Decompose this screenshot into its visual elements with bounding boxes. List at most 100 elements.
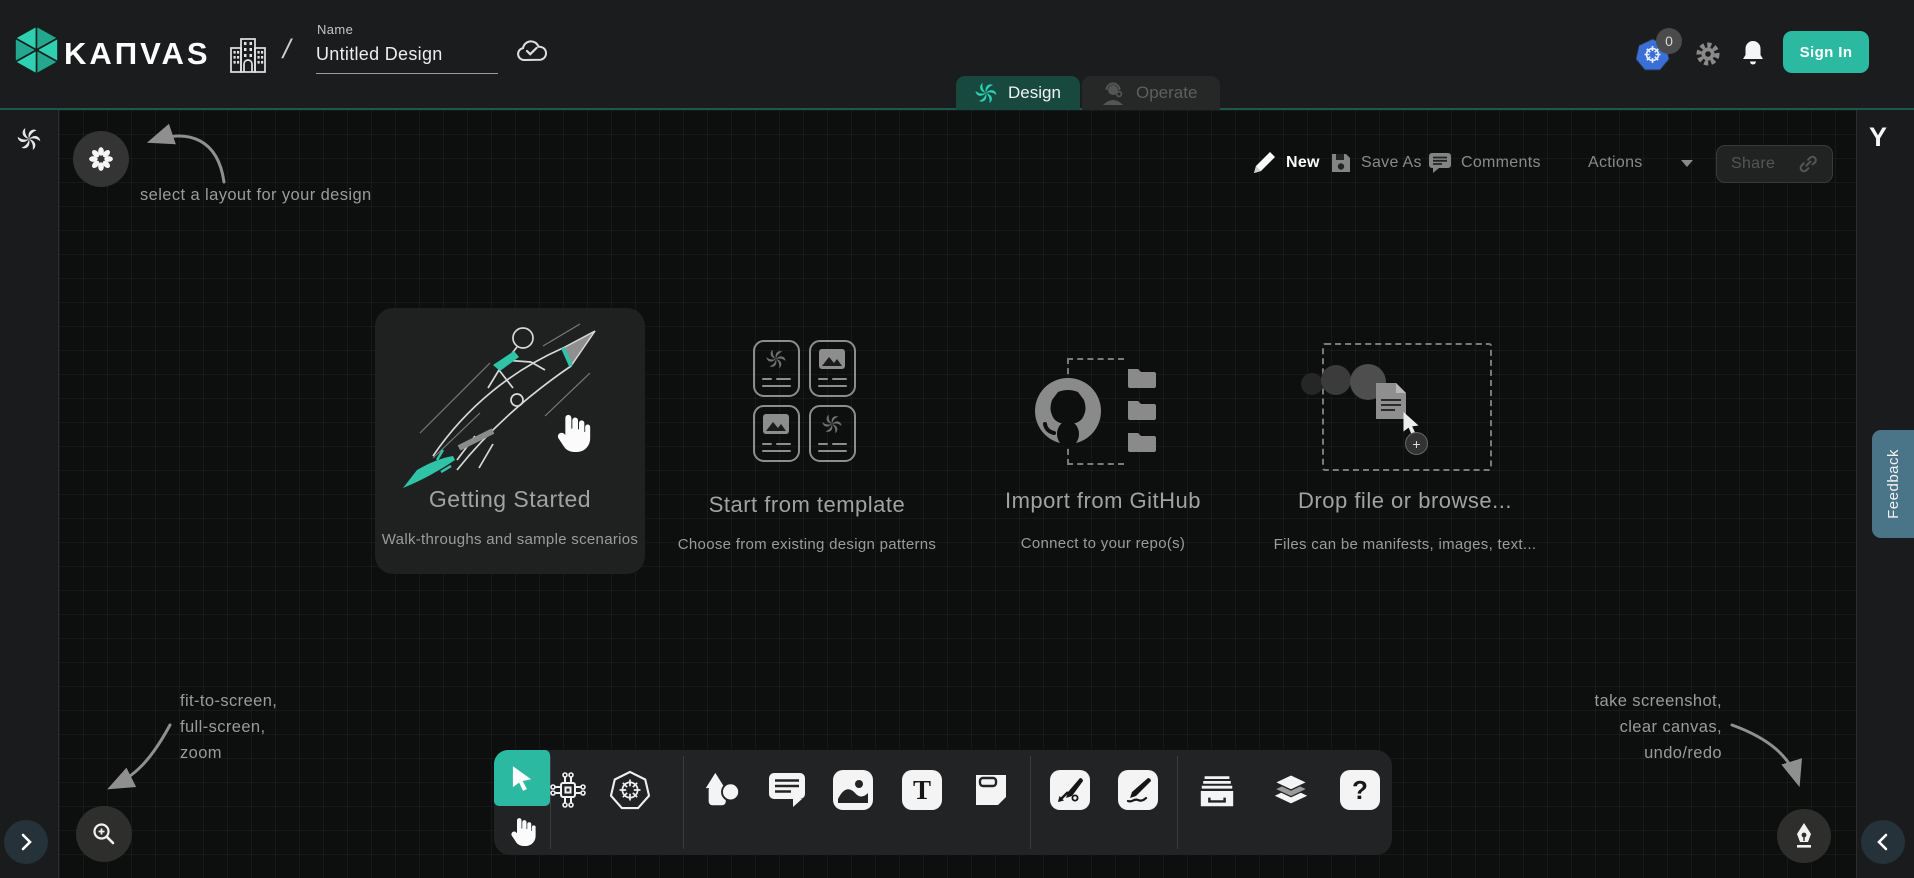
template-tile: [753, 340, 800, 397]
toolbar-divider: [1030, 756, 1031, 849]
tool-archive[interactable]: [1197, 770, 1237, 810]
sticky-note-icon: [972, 771, 1010, 809]
chevron-down-icon: [1680, 158, 1694, 168]
save-as-button[interactable]: Save As: [1330, 146, 1422, 180]
plus-badge-icon: +: [1405, 432, 1428, 455]
zoom-button[interactable]: [76, 806, 132, 862]
top-header-bar: KAΠVAS: [0, 0, 1914, 110]
shapes-icon: [702, 770, 742, 810]
left-rail: [0, 110, 59, 878]
folder-icon: [1126, 397, 1158, 421]
text-tool-glyph: T: [913, 775, 931, 806]
comments-button[interactable]: Comments: [1428, 146, 1541, 180]
template-tile: [753, 405, 800, 462]
hand-pan-icon: [507, 813, 537, 849]
card-subtitle: Files can be manifests, images, text...: [1255, 536, 1555, 553]
tool-text[interactable]: T: [902, 770, 942, 810]
tool-help[interactable]: ?: [1340, 770, 1380, 810]
left-rail-pinwheel-icon[interactable]: [16, 126, 42, 152]
tool-pencil[interactable]: [1118, 770, 1158, 810]
comments-bubble-icon: [1428, 152, 1452, 174]
pen-nib-icon: [1791, 822, 1817, 850]
card-subtitle: Walk-throughs and sample scenarios: [355, 531, 665, 548]
building-icon: [228, 36, 268, 74]
design-name-label: Name: [317, 22, 353, 37]
template-tile: [809, 340, 856, 397]
tab-operate-label: Operate: [1136, 83, 1197, 103]
tool-select[interactable]: [494, 750, 550, 806]
card-import-github[interactable]: [1030, 355, 1180, 475]
actions-label: Actions: [1588, 154, 1643, 172]
expand-right-panel-button[interactable]: [1861, 820, 1905, 864]
design-name-input[interactable]: [316, 42, 498, 74]
card-subtitle: Choose from existing design patterns: [652, 536, 962, 553]
blob-circle: [1321, 365, 1351, 395]
magnifier-plus-icon: [91, 821, 117, 847]
chevron-left-icon: [1877, 833, 1889, 851]
notifications-bell-icon: [1740, 39, 1766, 67]
layers-icon: [1271, 770, 1311, 810]
settings-button[interactable]: [1695, 41, 1721, 72]
tab-design-label: Design: [1008, 83, 1061, 103]
flower-layout-icon: [88, 146, 114, 172]
save-floppy-icon: [1330, 152, 1352, 174]
notifications-button[interactable]: [1740, 39, 1766, 72]
brand-name: KAΠVAS: [64, 36, 211, 72]
tool-pen[interactable]: [1050, 770, 1090, 810]
hand-cursor-icon: [552, 408, 592, 456]
tab-design[interactable]: Design: [956, 76, 1080, 110]
breadcrumb-separator: /: [280, 34, 294, 65]
card-title: Import from GitHub: [968, 488, 1238, 514]
layout-picker-button[interactable]: [73, 131, 129, 187]
tab-operate[interactable]: Operate: [1082, 76, 1220, 110]
expand-left-panel-button[interactable]: [4, 820, 48, 864]
screenshot-hint-text: take screenshot, clear canvas, undo/redo: [1520, 688, 1722, 766]
tool-pan[interactable]: [504, 810, 540, 852]
circuit-chip-icon: [548, 770, 588, 810]
card-start-from-template[interactable]: [753, 340, 913, 470]
cursor-arrow-icon: [510, 765, 534, 791]
card-drop-file[interactable]: +: [1300, 340, 1500, 475]
sign-in-button[interactable]: Sign In: [1783, 31, 1869, 73]
tool-layers[interactable]: [1271, 770, 1311, 810]
image-icon: [838, 777, 868, 803]
new-label: New: [1286, 154, 1320, 172]
card-title: Drop file or browse...: [1270, 488, 1540, 514]
cloud-synced-icon: [515, 38, 549, 69]
tool-kubernetes[interactable]: [610, 770, 650, 810]
new-design-button[interactable]: New: [1251, 146, 1320, 180]
operate-headset-icon: [1100, 80, 1126, 106]
card-subtitle: Connect to your repo(s): [968, 535, 1238, 552]
tool-comments[interactable]: [767, 770, 807, 810]
archive-drawer-icon: [1197, 771, 1237, 809]
share-button[interactable]: Share: [1716, 145, 1833, 183]
feedback-label: Feedback: [1885, 449, 1902, 519]
layout-hint-text: select a layout for your design: [140, 186, 372, 205]
folder-icon: [1126, 365, 1158, 389]
tool-circuit[interactable]: [548, 770, 588, 810]
pencil-scribble-icon: [1124, 776, 1152, 804]
kanvas-app: KAΠVAS: [0, 0, 1914, 878]
pencil-new-icon: [1251, 150, 1277, 176]
share-label: Share: [1731, 155, 1775, 173]
pen-mode-button[interactable]: [1777, 809, 1831, 863]
kanvas-logo-icon: [13, 25, 60, 75]
tool-sticky-note[interactable]: [971, 770, 1011, 810]
comment-bubble-icon: [767, 771, 807, 809]
tool-image[interactable]: [833, 770, 873, 810]
org-building-button[interactable]: [228, 36, 268, 74]
settings-gear-icon: [1695, 41, 1721, 67]
design-pinwheel-icon: [974, 81, 998, 105]
folder-icon: [1126, 429, 1158, 453]
toolbar-divider: [683, 756, 684, 849]
save-as-label: Save As: [1361, 154, 1422, 172]
feedback-tab[interactable]: Feedback: [1872, 430, 1914, 538]
tool-shapes[interactable]: [702, 770, 742, 810]
zoom-hint-text: fit-to-screen, full-screen, zoom: [180, 688, 277, 766]
card-title: Getting Started: [375, 486, 645, 513]
kubernetes-wheel-icon: [610, 769, 650, 811]
tool-palette: T: [494, 750, 1392, 855]
y-logo-icon: Y: [1869, 122, 1887, 153]
actions-dropdown[interactable]: Actions: [1588, 146, 1694, 180]
kubernetes-status-button[interactable]: 0: [1636, 30, 1688, 72]
